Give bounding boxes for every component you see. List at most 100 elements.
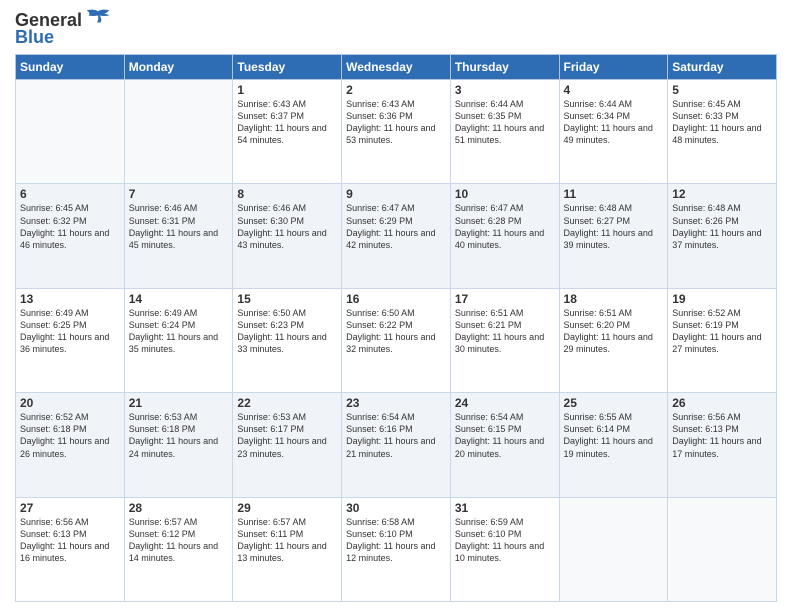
calendar-cell: 11Sunrise: 6:48 AM Sunset: 6:27 PM Dayli… [559, 184, 668, 288]
calendar-cell: 8Sunrise: 6:46 AM Sunset: 6:30 PM Daylig… [233, 184, 342, 288]
calendar-cell: 30Sunrise: 6:58 AM Sunset: 6:10 PM Dayli… [342, 497, 451, 601]
logo: General Blue [15, 10, 111, 46]
day-number: 20 [20, 396, 120, 410]
calendar-cell: 25Sunrise: 6:55 AM Sunset: 6:14 PM Dayli… [559, 393, 668, 497]
day-info: Sunrise: 6:58 AM Sunset: 6:10 PM Dayligh… [346, 516, 446, 565]
day-info: Sunrise: 6:44 AM Sunset: 6:34 PM Dayligh… [564, 98, 664, 147]
calendar-cell [668, 497, 777, 601]
day-number: 30 [346, 501, 446, 515]
calendar-cell: 24Sunrise: 6:54 AM Sunset: 6:15 PM Dayli… [450, 393, 559, 497]
day-info: Sunrise: 6:44 AM Sunset: 6:35 PM Dayligh… [455, 98, 555, 147]
calendar-cell: 6Sunrise: 6:45 AM Sunset: 6:32 PM Daylig… [16, 184, 125, 288]
day-info: Sunrise: 6:45 AM Sunset: 6:33 PM Dayligh… [672, 98, 772, 147]
calendar-header-sunday: Sunday [16, 55, 125, 80]
day-number: 11 [564, 187, 664, 201]
calendar-cell: 20Sunrise: 6:52 AM Sunset: 6:18 PM Dayli… [16, 393, 125, 497]
calendar-cell: 26Sunrise: 6:56 AM Sunset: 6:13 PM Dayli… [668, 393, 777, 497]
calendar-cell: 10Sunrise: 6:47 AM Sunset: 6:28 PM Dayli… [450, 184, 559, 288]
day-number: 22 [237, 396, 337, 410]
calendar-cell: 13Sunrise: 6:49 AM Sunset: 6:25 PM Dayli… [16, 288, 125, 392]
day-number: 16 [346, 292, 446, 306]
logo-blue: Blue [15, 28, 111, 46]
day-number: 13 [20, 292, 120, 306]
day-info: Sunrise: 6:53 AM Sunset: 6:17 PM Dayligh… [237, 411, 337, 460]
calendar-header-wednesday: Wednesday [342, 55, 451, 80]
calendar-cell: 27Sunrise: 6:56 AM Sunset: 6:13 PM Dayli… [16, 497, 125, 601]
day-info: Sunrise: 6:49 AM Sunset: 6:25 PM Dayligh… [20, 307, 120, 356]
day-number: 6 [20, 187, 120, 201]
day-number: 29 [237, 501, 337, 515]
calendar-header-monday: Monday [124, 55, 233, 80]
calendar-cell: 22Sunrise: 6:53 AM Sunset: 6:17 PM Dayli… [233, 393, 342, 497]
calendar-week-row: 20Sunrise: 6:52 AM Sunset: 6:18 PM Dayli… [16, 393, 777, 497]
day-info: Sunrise: 6:46 AM Sunset: 6:31 PM Dayligh… [129, 202, 229, 251]
day-info: Sunrise: 6:48 AM Sunset: 6:26 PM Dayligh… [672, 202, 772, 251]
day-info: Sunrise: 6:52 AM Sunset: 6:18 PM Dayligh… [20, 411, 120, 460]
day-number: 1 [237, 83, 337, 97]
calendar-header-tuesday: Tuesday [233, 55, 342, 80]
calendar-cell: 3Sunrise: 6:44 AM Sunset: 6:35 PM Daylig… [450, 80, 559, 184]
logo-bird-icon [85, 8, 111, 30]
calendar-week-row: 1Sunrise: 6:43 AM Sunset: 6:37 PM Daylig… [16, 80, 777, 184]
calendar-cell: 1Sunrise: 6:43 AM Sunset: 6:37 PM Daylig… [233, 80, 342, 184]
calendar-cell: 9Sunrise: 6:47 AM Sunset: 6:29 PM Daylig… [342, 184, 451, 288]
calendar-header-saturday: Saturday [668, 55, 777, 80]
calendar-cell: 4Sunrise: 6:44 AM Sunset: 6:34 PM Daylig… [559, 80, 668, 184]
day-info: Sunrise: 6:57 AM Sunset: 6:11 PM Dayligh… [237, 516, 337, 565]
day-number: 9 [346, 187, 446, 201]
calendar-cell: 19Sunrise: 6:52 AM Sunset: 6:19 PM Dayli… [668, 288, 777, 392]
day-number: 26 [672, 396, 772, 410]
day-info: Sunrise: 6:53 AM Sunset: 6:18 PM Dayligh… [129, 411, 229, 460]
calendar-cell: 2Sunrise: 6:43 AM Sunset: 6:36 PM Daylig… [342, 80, 451, 184]
day-number: 2 [346, 83, 446, 97]
day-info: Sunrise: 6:50 AM Sunset: 6:23 PM Dayligh… [237, 307, 337, 356]
calendar-week-row: 13Sunrise: 6:49 AM Sunset: 6:25 PM Dayli… [16, 288, 777, 392]
calendar-cell: 28Sunrise: 6:57 AM Sunset: 6:12 PM Dayli… [124, 497, 233, 601]
day-number: 15 [237, 292, 337, 306]
day-number: 24 [455, 396, 555, 410]
calendar-cell: 12Sunrise: 6:48 AM Sunset: 6:26 PM Dayli… [668, 184, 777, 288]
day-info: Sunrise: 6:54 AM Sunset: 6:16 PM Dayligh… [346, 411, 446, 460]
calendar-table: SundayMondayTuesdayWednesdayThursdayFrid… [15, 54, 777, 602]
day-number: 3 [455, 83, 555, 97]
day-number: 17 [455, 292, 555, 306]
day-info: Sunrise: 6:57 AM Sunset: 6:12 PM Dayligh… [129, 516, 229, 565]
calendar-page: General Blue SundayMondayTuesdayWednesda… [0, 0, 792, 612]
day-info: Sunrise: 6:56 AM Sunset: 6:13 PM Dayligh… [672, 411, 772, 460]
calendar-header-row: SundayMondayTuesdayWednesdayThursdayFrid… [16, 55, 777, 80]
day-info: Sunrise: 6:47 AM Sunset: 6:29 PM Dayligh… [346, 202, 446, 251]
day-number: 31 [455, 501, 555, 515]
calendar-cell: 29Sunrise: 6:57 AM Sunset: 6:11 PM Dayli… [233, 497, 342, 601]
calendar-cell: 16Sunrise: 6:50 AM Sunset: 6:22 PM Dayli… [342, 288, 451, 392]
day-number: 10 [455, 187, 555, 201]
calendar-week-row: 6Sunrise: 6:45 AM Sunset: 6:32 PM Daylig… [16, 184, 777, 288]
day-number: 7 [129, 187, 229, 201]
day-info: Sunrise: 6:59 AM Sunset: 6:10 PM Dayligh… [455, 516, 555, 565]
day-info: Sunrise: 6:49 AM Sunset: 6:24 PM Dayligh… [129, 307, 229, 356]
day-info: Sunrise: 6:45 AM Sunset: 6:32 PM Dayligh… [20, 202, 120, 251]
day-info: Sunrise: 6:54 AM Sunset: 6:15 PM Dayligh… [455, 411, 555, 460]
day-info: Sunrise: 6:47 AM Sunset: 6:28 PM Dayligh… [455, 202, 555, 251]
day-info: Sunrise: 6:55 AM Sunset: 6:14 PM Dayligh… [564, 411, 664, 460]
day-info: Sunrise: 6:51 AM Sunset: 6:21 PM Dayligh… [455, 307, 555, 356]
calendar-cell [124, 80, 233, 184]
calendar-cell: 17Sunrise: 6:51 AM Sunset: 6:21 PM Dayli… [450, 288, 559, 392]
day-info: Sunrise: 6:56 AM Sunset: 6:13 PM Dayligh… [20, 516, 120, 565]
header: General Blue [15, 10, 777, 46]
calendar-header-friday: Friday [559, 55, 668, 80]
day-number: 27 [20, 501, 120, 515]
calendar-cell: 18Sunrise: 6:51 AM Sunset: 6:20 PM Dayli… [559, 288, 668, 392]
day-info: Sunrise: 6:52 AM Sunset: 6:19 PM Dayligh… [672, 307, 772, 356]
day-info: Sunrise: 6:50 AM Sunset: 6:22 PM Dayligh… [346, 307, 446, 356]
calendar-cell [559, 497, 668, 601]
day-number: 5 [672, 83, 772, 97]
day-info: Sunrise: 6:43 AM Sunset: 6:37 PM Dayligh… [237, 98, 337, 147]
calendar-cell: 31Sunrise: 6:59 AM Sunset: 6:10 PM Dayli… [450, 497, 559, 601]
calendar-cell [16, 80, 125, 184]
day-number: 8 [237, 187, 337, 201]
day-number: 12 [672, 187, 772, 201]
calendar-cell: 7Sunrise: 6:46 AM Sunset: 6:31 PM Daylig… [124, 184, 233, 288]
calendar-cell: 15Sunrise: 6:50 AM Sunset: 6:23 PM Dayli… [233, 288, 342, 392]
day-number: 25 [564, 396, 664, 410]
calendar-cell: 14Sunrise: 6:49 AM Sunset: 6:24 PM Dayli… [124, 288, 233, 392]
